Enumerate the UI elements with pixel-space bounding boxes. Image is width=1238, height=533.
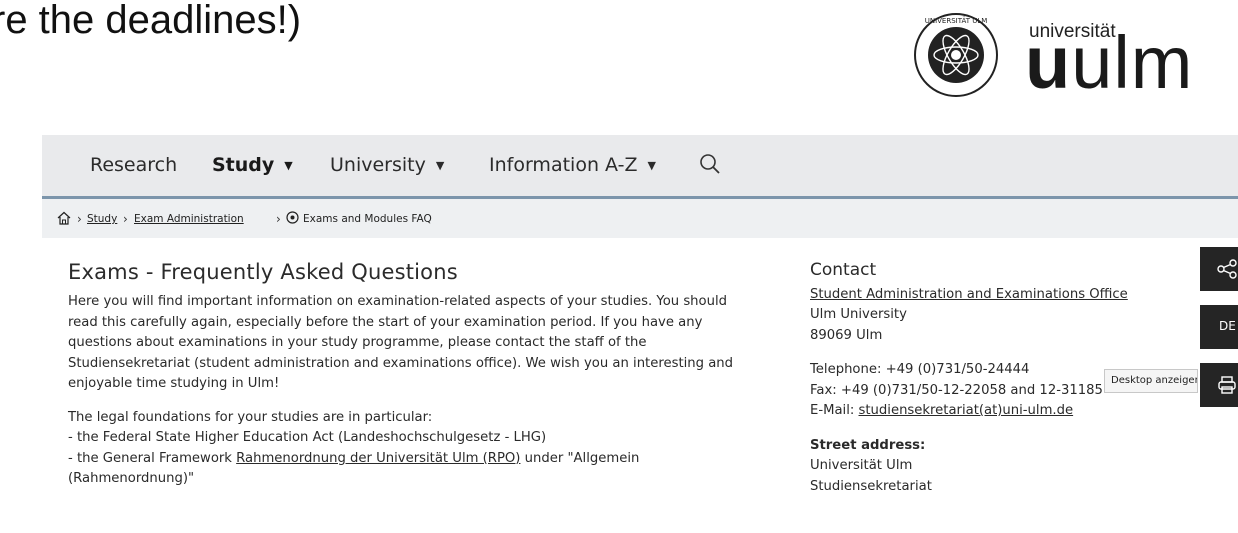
contact-title: Contact: [810, 260, 877, 280]
location-pin-icon: [286, 211, 299, 224]
rpo-link[interactable]: Rahmenordnung der Universität Ulm (RPO): [236, 451, 520, 466]
breadcrumb-exam-administration[interactable]: Exam Administration: [134, 213, 244, 225]
nav-research[interactable]: Research: [90, 154, 177, 176]
legal-item-rpo-cont: (Rahmenordnung)": [68, 471, 195, 486]
svg-text:UNIVERSITÄT ULM: UNIVERSITÄT ULM: [925, 16, 988, 25]
main-navigation: Research Study ▼ University ▼ Information …: [42, 135, 1238, 199]
intro-line: enjoyable time studying in Ulm!: [68, 376, 280, 391]
share-button[interactable]: [1200, 247, 1238, 291]
caret-down-icon: ▼: [284, 159, 293, 172]
office-link[interactable]: Student Administration and Examinations …: [810, 287, 1128, 302]
contact-city: 89069 Ulm: [810, 327, 883, 343]
intro-line: read this carefully again, especially be…: [68, 314, 703, 330]
contact-email: E-Mail: studiensekretariat(at)uni-ulm.de: [810, 403, 1074, 418]
caret-down-icon: ▼: [647, 159, 656, 172]
contact-university: Ulm University: [810, 307, 907, 322]
street-line: Universität Ulm: [810, 458, 913, 473]
desktop-view-tooltip[interactable]: Desktop anzeigen: [1104, 369, 1198, 393]
breadcrumb-separator: ›: [276, 212, 281, 226]
breadcrumb-separator: ›: [77, 212, 82, 226]
language-button[interactable]: DE: [1200, 305, 1238, 349]
street-line: Studiensekretariat: [810, 478, 932, 494]
website-view: Research Study ▼ University ▼ Information …: [42, 135, 1238, 533]
logo-word-big: uulm: [1025, 21, 1194, 104]
nav-information-a-z[interactable]: Information A-Z ▼: [489, 154, 656, 176]
legal-intro: The legal foundations for your studies a…: [68, 409, 433, 425]
nav-study[interactable]: Study ▼: [212, 154, 293, 176]
legal-item-rpo: - the General Framework Rahmenordnung de…: [68, 450, 640, 466]
street-title: Street address:: [810, 437, 926, 453]
share-icon: [1217, 259, 1237, 279]
intro-line: Here you will find important information…: [68, 294, 728, 309]
intro-line: Studiensekretariat (student administrati…: [68, 355, 734, 371]
nav-university[interactable]: University ▼: [330, 154, 444, 176]
intro-line: questions about examinations in your stu…: [68, 335, 647, 350]
legal-item-lhg: - the Federal State Higher Education Act…: [68, 430, 547, 445]
page-title: Exams - Frequently Asked Questions: [68, 260, 458, 284]
breadcrumb-separator: ›: [123, 212, 128, 226]
print-button[interactable]: [1200, 363, 1238, 407]
email-link[interactable]: studiensekretariat(at)uni-ulm.de: [859, 403, 1074, 418]
home-icon[interactable]: [57, 211, 71, 225]
main-content: Exams - Frequently Asked Questions Here …: [68, 260, 788, 490]
breadcrumb-current: Exams and Modules FAQ: [303, 213, 432, 225]
caret-down-icon: ▼: [435, 159, 445, 172]
breadcrumb: › Study › Exam Administration › Exams an…: [42, 199, 1238, 238]
search-icon[interactable]: [699, 153, 721, 175]
breadcrumb-study[interactable]: Study: [87, 213, 117, 225]
university-logo: UNIVERSITÄT ULM universität uulm: [913, 12, 1192, 112]
slide-heading-fragment: re the deadlines!): [0, 0, 302, 42]
print-icon: [1218, 376, 1236, 394]
university-seal-icon: UNIVERSITÄT ULM: [914, 13, 998, 97]
